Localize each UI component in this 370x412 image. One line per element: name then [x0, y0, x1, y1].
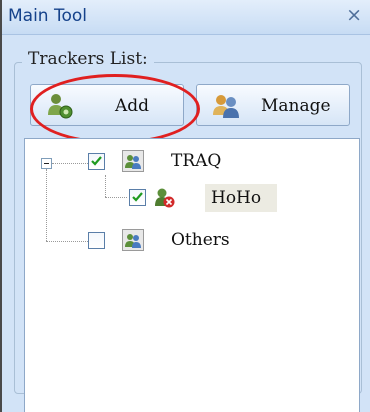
add-button[interactable]: Add [30, 84, 184, 126]
traq-checkbox[interactable] [88, 153, 105, 170]
manage-users-icon [213, 95, 239, 118]
manage-button-label: Manage [261, 96, 331, 116]
trackers-tree: TRAQ HoHo Others [24, 138, 360, 412]
manage-button[interactable]: Manage [196, 84, 350, 126]
tree-connector [46, 169, 47, 241]
title-bar: Main Tool × [2, 0, 370, 35]
check-icon [91, 156, 102, 166]
main-tool-panel: Main Tool × Trackers List: Add Manage TR… [0, 0, 370, 412]
user-offline-icon [155, 188, 175, 208]
trackers-list-label: Trackers List: [22, 49, 154, 69]
traq-collapse-toggle[interactable] [41, 158, 52, 169]
tree-node-others[interactable]: Others [171, 230, 230, 250]
add-user-icon [48, 94, 73, 119]
tree-node-hoho[interactable]: HoHo [211, 188, 261, 208]
hoho-checkbox[interactable] [129, 189, 146, 206]
close-icon[interactable]: × [346, 4, 362, 26]
check-icon [132, 192, 143, 202]
tree-connector [52, 163, 88, 164]
tree-connector [105, 175, 106, 197]
group-users-icon [122, 150, 144, 172]
tree-node-traq[interactable]: TRAQ [171, 151, 221, 171]
group-users-icon [122, 229, 144, 251]
add-button-label: Add [115, 96, 150, 116]
tree-connector [105, 197, 127, 198]
panel-title: Main Tool [8, 6, 88, 26]
others-checkbox[interactable] [88, 232, 105, 249]
tree-connector [46, 241, 88, 242]
